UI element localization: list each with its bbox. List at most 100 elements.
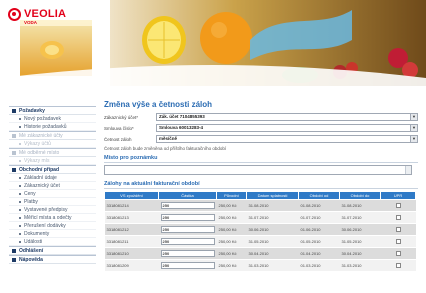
sidebar-item-label: Zákaznický účet (24, 182, 60, 189)
main-content: Změna výše a četnosti záloh Zákaznický ú… (104, 100, 418, 272)
upr-checkbox[interactable] (395, 227, 401, 232)
frequency-note: Četnost záloh bude změněna od příštího f… (104, 146, 227, 151)
sidebar-item-3-5[interactable]: Měřicí místa a odečty (9, 214, 96, 222)
due-date-cell: 31.08.2010 (246, 199, 299, 212)
period-to-cell: 31.08.2010 (339, 199, 381, 212)
period-from-cell: 01.03.2010 (298, 259, 340, 272)
table-row: 3318081214 250 250,00 Kč 31.08.2010 01.08.20… (104, 199, 416, 212)
sidebar-item-3-4[interactable]: Vystavené předpisy (9, 206, 96, 214)
dot-icon (19, 240, 21, 243)
dot-icon (19, 224, 21, 227)
sidebar-item-3-7[interactable]: Dokumenty (9, 230, 96, 238)
notes-scrollbar[interactable] (405, 166, 411, 174)
sidebar-item-0-1[interactable]: Historie požadavků (9, 123, 96, 131)
logo-subtitle: VODA (24, 20, 38, 25)
amount-input[interactable]: 250 (160, 250, 215, 257)
period-from-cell: 01.06.2010 (298, 223, 340, 236)
bullet-icon (12, 248, 16, 253)
original-amount-cell: 250,00 Kč (216, 259, 247, 272)
dot-icon (19, 117, 21, 120)
sidebar-item-3-2[interactable]: Ceny (9, 190, 96, 198)
sidebar-section-2[interactable]: Mé odběrné místo (9, 148, 96, 157)
vs-cell: 3318081212 (104, 223, 159, 236)
form-fields: Zákaznický účet* Zák. účet 7104855393 ▼ Sml… (104, 112, 418, 144)
table-row: 3318081209 250 250,00 Kč 31.03.2010 01.03.20… (104, 259, 416, 272)
field-label: Zákaznický účet* (104, 114, 139, 120)
dot-icon (19, 184, 21, 187)
period-from-cell: 01.05.2010 (298, 235, 340, 248)
amount-cell: 250 (158, 199, 217, 212)
sidebar-item-3-1[interactable]: Zákaznický účet (9, 182, 96, 190)
amount-input[interactable]: 250 (160, 262, 215, 269)
header-banner: VEOLIA VODA (0, 0, 426, 86)
sidebar-item-3-6[interactable]: Přerušení dodávky (9, 222, 96, 230)
sidebar-item-label: Výkazy mís (24, 157, 50, 164)
dot-icon (19, 200, 21, 203)
sidebar-item-1-0[interactable]: Výkazy účtů (9, 140, 96, 148)
notes-textarea[interactable] (104, 165, 412, 175)
column-header: UPR (380, 191, 416, 200)
due-date-cell: 30.06.2010 (246, 223, 299, 236)
amount-cell: 250 (158, 247, 217, 260)
sidebar-item-3-0[interactable]: Základní údaje (9, 174, 96, 182)
sidebar-item-label: Základní údaje (24, 174, 57, 181)
chevron-down-icon[interactable]: ▼ (410, 125, 417, 131)
field-select-2[interactable]: měsíčně ▼ (156, 135, 418, 143)
upr-cell (380, 259, 416, 272)
sidebar-item-label: Historie požadavků (24, 123, 67, 130)
dot-icon (19, 142, 21, 145)
amount-input[interactable]: 250 (160, 226, 215, 233)
upr-cell (380, 235, 416, 248)
vs-cell: 3318081213 (104, 211, 159, 224)
upr-checkbox[interactable] (395, 251, 401, 256)
sidebar-item-label: Přerušení dodávky (24, 222, 66, 229)
due-date-cell: 30.04.2010 (246, 247, 299, 260)
column-header: Částka (158, 191, 217, 200)
upr-checkbox[interactable] (395, 239, 401, 244)
sidebar-section-1[interactable]: Mé zákaznické účty (9, 131, 96, 140)
upr-cell (380, 223, 416, 236)
original-amount-cell: 250,00 Kč (216, 211, 247, 224)
sidebar-section-5[interactable]: Nápověda (9, 255, 96, 264)
amount-input[interactable]: 250 (160, 214, 215, 221)
vs-cell: 3318081209 (104, 259, 159, 272)
field-select-0[interactable]: Zák. účet 7104855393 ▼ (156, 113, 418, 121)
field-label: Četnost záloh (104, 136, 132, 142)
sidebar-section-label: Požadavky (19, 107, 45, 114)
chevron-down-icon[interactable]: ▼ (410, 114, 417, 120)
logo-mark-icon (8, 8, 21, 21)
field-select-1[interactable]: Smlouva 60013283-4 ▼ (156, 124, 418, 132)
column-header: Období do (339, 191, 381, 200)
table-header-row: VS zpoždění Částka Původní Datum splatnosti… (104, 191, 416, 200)
upr-checkbox[interactable] (395, 203, 401, 208)
sidebar-section-4[interactable]: Odhlášení (9, 246, 96, 255)
amount-cell: 250 (158, 259, 217, 272)
page-title: Změna výše a četnosti záloh (104, 100, 213, 109)
sidebar-item-label: Vystavené předpisy (24, 206, 68, 213)
amount-input[interactable]: 250 (160, 238, 215, 245)
sidebar-item-2-0[interactable]: Výkazy mís (9, 157, 96, 165)
period-to-cell: 31.07.2010 (339, 211, 381, 224)
period-to-cell: 30.06.2010 (339, 223, 381, 236)
sidebar-section-3[interactable]: Obchodní případ (9, 165, 96, 174)
original-amount-cell: 250,00 Kč (216, 199, 247, 212)
sidebar-item-0-0[interactable]: Nový požadavek (9, 115, 96, 123)
chevron-down-icon[interactable]: ▼ (410, 136, 417, 142)
notes-section-title: Místo pro poznámku (104, 153, 418, 163)
upr-cell (380, 247, 416, 260)
vs-cell: 3318081210 (104, 247, 159, 260)
sidebar-item-3-3[interactable]: Platby (9, 198, 96, 206)
bullet-icon (12, 257, 16, 262)
due-date-cell: 31.07.2010 (246, 211, 299, 224)
upr-checkbox[interactable] (395, 263, 401, 268)
upr-checkbox[interactable] (395, 215, 401, 220)
sidebar-item-3-8[interactable]: Události (9, 238, 96, 246)
sidebar-item-label: Ceny (24, 190, 36, 197)
sidebar-item-label: Měřicí místa a odečty (24, 214, 72, 221)
logo-text: VEOLIA (24, 8, 67, 20)
veolia-logo[interactable]: VEOLIA (8, 8, 66, 21)
amount-input[interactable]: 250 (160, 202, 215, 209)
period-to-cell: 31.05.2010 (339, 235, 381, 248)
sidebar-section-0[interactable]: Požadavky (9, 106, 96, 115)
advances-table: VS zpoždění Částka Původní Datum splatnosti… (104, 191, 416, 272)
